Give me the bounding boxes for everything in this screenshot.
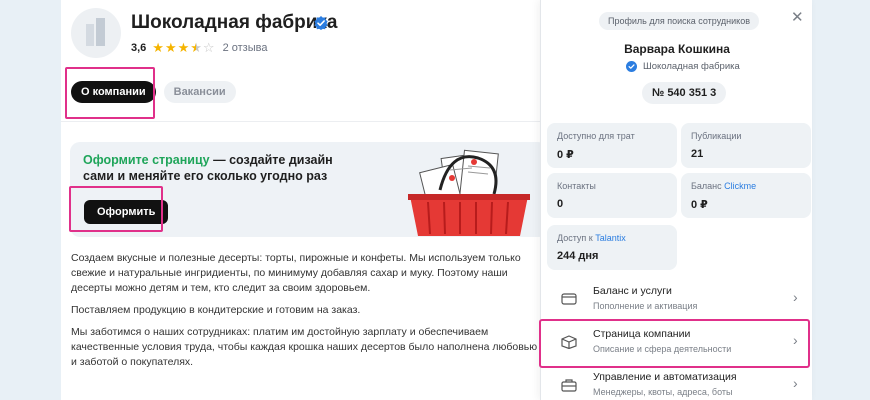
wallet-icon — [561, 293, 577, 305]
menu-item-subtitle: Менеджеры, квоты, адреса, боты — [593, 387, 733, 397]
highlight-frame-menu — [539, 319, 810, 368]
talantix-brand: Talantix — [595, 233, 626, 243]
close-icon[interactable]: ✕ — [791, 8, 804, 26]
highlight-frame-tab — [65, 67, 155, 119]
company-logo — [71, 8, 121, 58]
star-full-icon: ★ — [152, 40, 164, 55]
rating-value: 3,6 — [131, 41, 147, 54]
rating-stars: ★ ★ ★ ★ ☆ — [152, 41, 214, 54]
stat-publications[interactable]: Публикации 21 — [681, 123, 811, 168]
stat-label: Баланс Clickme — [691, 181, 801, 191]
menu-item-management[interactable]: Управление и автоматизация Менеджеры, кв… — [549, 367, 807, 400]
star-full-icon: ★ — [164, 40, 177, 55]
description-paragraph: Мы заботимся о наших сотрудниках: платим… — [71, 326, 538, 368]
user-company-name: Шоколадная фабрика — [643, 61, 740, 72]
clickme-brand: Clickme — [724, 181, 757, 191]
profile-id: № 540 351 3 — [642, 82, 727, 104]
stat-label: Публикации — [691, 131, 742, 141]
stat-label: Доступ к Talantix — [557, 233, 667, 243]
user-name: Варвара Кошкина — [624, 42, 730, 56]
description-paragraph: Поставляем продукцию в кондитерские и го… — [71, 304, 361, 316]
verified-badge-icon — [626, 61, 637, 72]
divider — [61, 121, 581, 122]
stat-budget: Доступно для трат 0 ₽ — [547, 123, 677, 168]
user-company: Шоколадная фабрика — [626, 61, 740, 72]
company-name: Шоколадная фабрика — [131, 12, 338, 33]
profile-label: Профиль для поиска сотрудников — [599, 12, 759, 30]
chevron-right-icon: › — [793, 375, 798, 391]
rating-row: 3,6 ★ ★ ★ ★ ☆ 2 отзыва — [131, 41, 267, 54]
menu-item-subtitle: Пополнение и активация — [593, 301, 698, 311]
stat-label-prefix: Доступ к — [557, 233, 596, 243]
stat-value: 21 — [691, 148, 704, 160]
briefcase-icon — [561, 379, 577, 392]
stat-clickme[interactable]: Баланс Clickme 0 ₽ — [681, 173, 811, 218]
building-icon — [86, 18, 105, 46]
stat-value: 0 — [557, 198, 564, 210]
stat-contacts[interactable]: Контакты 0 — [547, 173, 677, 218]
stat-value: 0 ₽ — [557, 149, 574, 161]
star-half-icon: ★ — [190, 40, 202, 55]
chevron-right-icon: › — [793, 289, 798, 305]
stat-talantix[interactable]: Доступ к Talantix 244 дня — [547, 225, 677, 270]
highlight-frame-button — [69, 186, 163, 232]
stat-label-prefix: Баланс — [691, 181, 725, 191]
menu-item-balance[interactable]: Баланс и услуги Пополнение и активация › — [549, 281, 807, 319]
menu-item-title: Управление и автоматизация — [593, 371, 737, 383]
reviews-link[interactable]: 2 отзыва — [223, 42, 268, 54]
shopping-basket-illustration — [408, 149, 530, 236]
verified-badge-icon — [314, 16, 328, 30]
stat-value: 244 дня — [557, 250, 599, 262]
promo-accent-link[interactable]: Оформите страницу — [83, 153, 210, 167]
stat-value: 0 ₽ — [691, 199, 708, 211]
stat-label: Доступно для трат — [557, 131, 635, 141]
description-paragraph: Создаем вкусные и полезные десерты: торт… — [71, 252, 521, 294]
promo-text: Оформите страницу — создайте дизайн сами… — [83, 152, 353, 184]
stat-label: Контакты — [557, 181, 596, 191]
menu-item-title: Баланс и услуги — [593, 285, 672, 297]
company-description: Создаем вкусные и полезные десерты: торт… — [71, 251, 543, 377]
star-full-icon: ★ — [177, 40, 190, 55]
star-empty-icon: ☆ — [202, 40, 215, 55]
tab-vacancies[interactable]: Вакансии — [163, 81, 236, 103]
